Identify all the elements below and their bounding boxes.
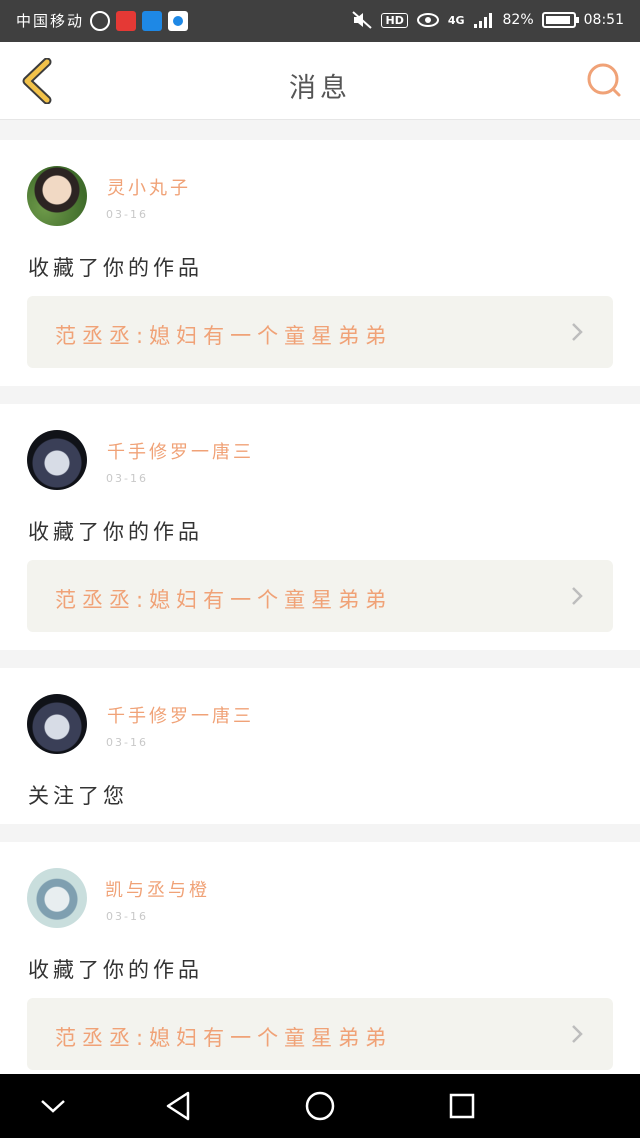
work-title: 范丞丞:媳妇有一个童星弟弟: [55, 588, 393, 612]
app-notification-icon: [142, 10, 163, 31]
chevron-down-icon: [41, 1100, 65, 1113]
home-circle-icon: [305, 1091, 335, 1121]
battery-percent: 82%: [502, 12, 534, 28]
mute-icon: [352, 11, 373, 29]
message-action: 收藏了你的作品: [28, 256, 203, 280]
work-title: 范丞丞:媳妇有一个童星弟弟: [55, 1026, 393, 1050]
message-card: 千手修罗一唐三 03-16 收藏了你的作品 范丞丞:媳妇有一个童星弟弟: [0, 404, 640, 650]
avatar[interactable]: [27, 694, 87, 754]
message-action: 关注了您: [28, 784, 128, 808]
nav-recents-button[interactable]: [430, 1084, 494, 1128]
work-link[interactable]: 范丞丞:媳妇有一个童星弟弟: [27, 560, 613, 632]
chevron-right-icon: [572, 1025, 583, 1043]
chevron-right-icon: [572, 587, 583, 605]
app-notification-icon: [116, 10, 137, 31]
work-link[interactable]: 范丞丞:媳妇有一个童星弟弟: [27, 998, 613, 1070]
avatar[interactable]: [27, 430, 87, 490]
work-title: 范丞丞:媳妇有一个童星弟弟: [55, 324, 393, 348]
username[interactable]: 千手修罗一唐三: [107, 702, 254, 728]
app-notification-icon: [168, 10, 189, 31]
signal-icon: [473, 13, 492, 28]
recents-square-icon: [449, 1093, 475, 1119]
username[interactable]: 千手修罗一唐三: [107, 438, 254, 464]
nav-back-button[interactable]: [146, 1084, 210, 1128]
hd-badge: HD: [381, 12, 408, 28]
message-date: 03-16: [106, 472, 148, 485]
page-title: 消息: [289, 73, 351, 104]
status-bar: 中国移动 HD 4G 82% 08:51: [0, 0, 640, 42]
message-action: 收藏了你的作品: [28, 520, 203, 544]
battery-icon: [541, 12, 579, 28]
clock: 08:51: [583, 12, 624, 28]
avatar[interactable]: [27, 166, 87, 226]
avatar[interactable]: [27, 868, 87, 928]
eye-comfort-icon: [416, 13, 439, 27]
collapse-nav-button[interactable]: [21, 1084, 85, 1128]
message-card: 灵小丸子 03-16 收藏了你的作品 范丞丞:媳妇有一个童星弟弟: [0, 140, 640, 386]
chevron-right-icon: [572, 323, 583, 341]
app-notification-icon: [90, 10, 111, 31]
message-date: 03-16: [106, 208, 148, 221]
nav-home-button[interactable]: [288, 1084, 352, 1128]
message-action: 收藏了你的作品: [28, 958, 203, 982]
message-date: 03-16: [106, 910, 148, 923]
message-date: 03-16: [106, 736, 148, 749]
system-nav-bar: [0, 1074, 640, 1138]
username[interactable]: 灵小丸子: [107, 174, 191, 200]
message-card: 凯与丞与橙 03-16 收藏了你的作品 范丞丞:媳妇有一个童星弟弟: [0, 842, 640, 1088]
network-label: 4G: [447, 13, 465, 27]
message-card: 千手修罗一唐三 03-16 关注了您: [0, 668, 640, 824]
carrier-label: 中国移动: [16, 12, 85, 30]
back-triangle-icon: [166, 1091, 190, 1121]
search-button[interactable]: [582, 58, 626, 102]
top-app-bar: 消息: [0, 42, 640, 120]
work-link[interactable]: 范丞丞:媳妇有一个童星弟弟: [27, 296, 613, 368]
search-icon: [587, 63, 621, 97]
username[interactable]: 凯与丞与橙: [105, 876, 210, 902]
